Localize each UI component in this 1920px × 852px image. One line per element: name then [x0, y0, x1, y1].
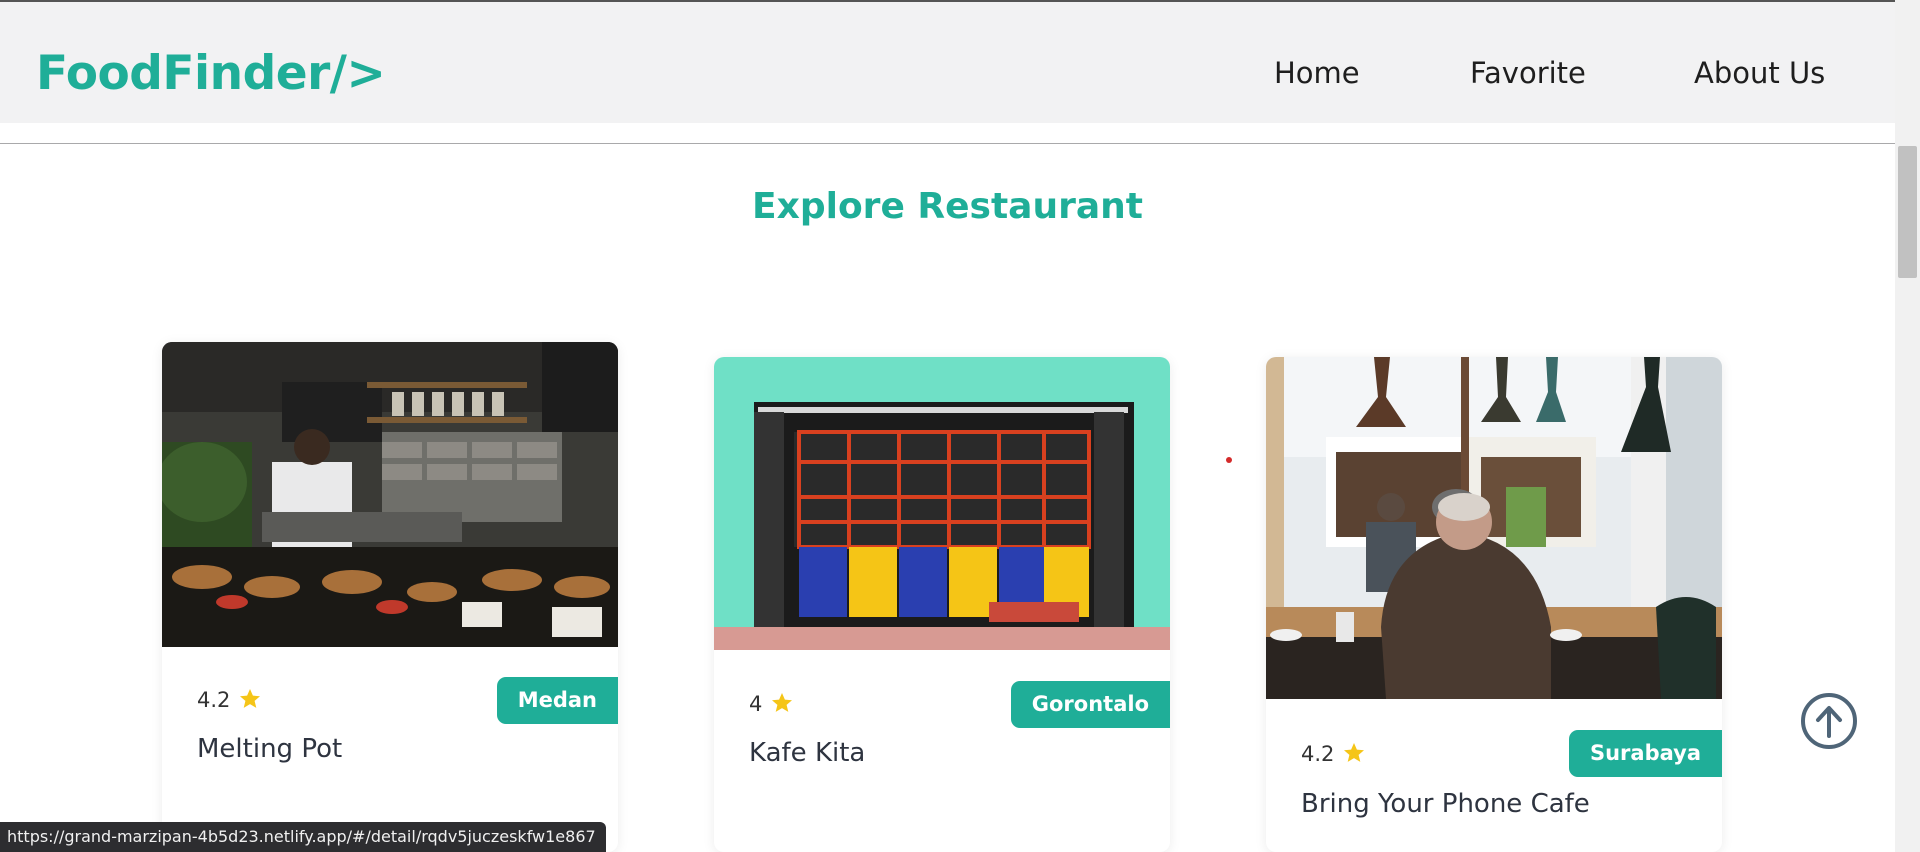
restaurant-card[interactable]: 4 Gorontalo Kafe Kita — [714, 357, 1170, 852]
star-icon — [772, 693, 793, 712]
rating: 4.2 — [1301, 741, 1366, 766]
page-title: Explore Restaurant — [752, 186, 1143, 227]
star-icon — [1344, 743, 1365, 762]
restaurant-card[interactable]: 4.2 Medan Melting Pot — [162, 342, 618, 852]
scrollbar-thumb[interactable] — [1898, 146, 1917, 278]
rating-value: 4 — [749, 692, 763, 716]
nav-about-us[interactable]: About Us — [1694, 56, 1825, 90]
rating: 4 — [749, 691, 794, 716]
restaurant-card[interactable]: 4.2 Surabaya Bring Your Phone Cafe — [1266, 357, 1722, 852]
restaurant-image — [714, 357, 1170, 650]
cursor-dot — [1226, 457, 1232, 463]
restaurant-image — [162, 342, 618, 647]
restaurant-name[interactable]: Melting Pot — [197, 734, 342, 764]
city-badge: Gorontalo — [1010, 681, 1170, 728]
restaurant-name[interactable]: Bring Your Phone Cafe — [1301, 789, 1590, 819]
city-badge: Surabaya — [1568, 730, 1722, 777]
city-badge: Medan — [496, 677, 618, 724]
app-header: FoodFinder/> Home Favorite About Us — [0, 0, 1895, 123]
rating-value: 4.2 — [197, 688, 231, 712]
back-to-top-button[interactable] — [1800, 692, 1858, 750]
restaurant-name[interactable]: Kafe Kita — [749, 738, 865, 768]
star-icon — [240, 689, 261, 708]
nav-favorite[interactable]: Favorite — [1470, 56, 1586, 90]
header-divider — [0, 143, 1895, 144]
link-status-bar: https://grand-marzipan-4b5d23.netlify.ap… — [0, 822, 606, 852]
nav-home[interactable]: Home — [1274, 56, 1360, 90]
scrollbar-track[interactable] — [1895, 0, 1920, 852]
rating: 4.2 — [197, 687, 262, 712]
arrow-up-circle-icon — [1801, 693, 1857, 749]
restaurant-image — [1266, 357, 1722, 699]
rating-value: 4.2 — [1301, 742, 1335, 766]
brand-logo[interactable]: FoodFinder/> — [36, 46, 386, 101]
